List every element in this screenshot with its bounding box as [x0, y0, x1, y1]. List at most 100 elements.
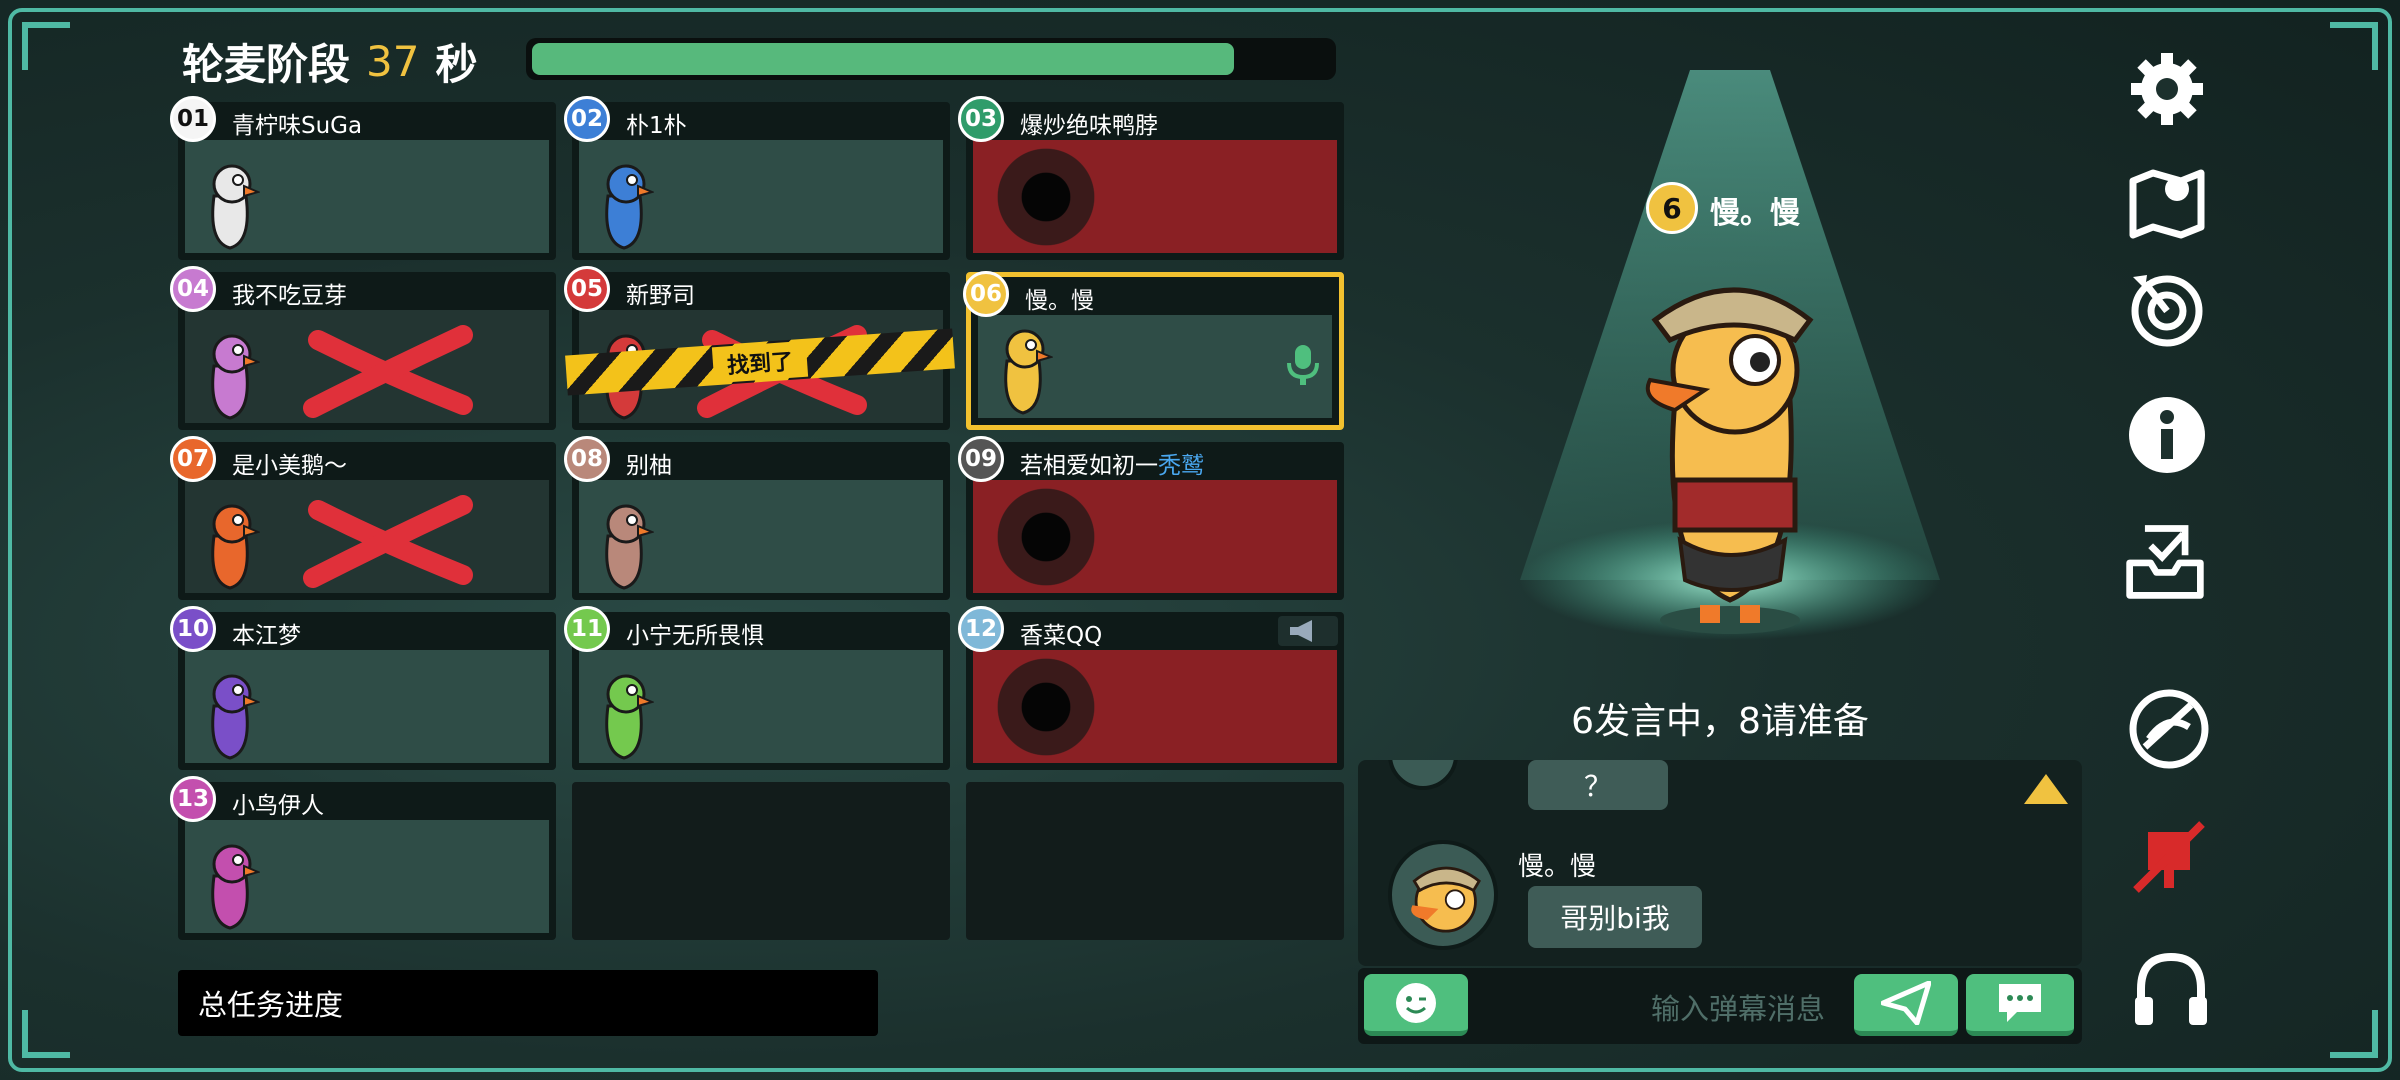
player-card-03[interactable]: 03 爆炒绝味鸭脖 — [958, 96, 1344, 260]
frame-corner — [22, 1010, 70, 1058]
player-name: 朴1朴 — [626, 106, 687, 140]
chat-avatar — [1388, 840, 1498, 950]
chat-bubble-icon — [1999, 983, 2041, 1022]
time-bar-fill — [532, 43, 1235, 75]
time-bar — [526, 38, 1336, 80]
player-name-text: 若相爱如初一 — [1020, 453, 1158, 479]
chat-input-bar: 输入弹幕消息 — [1358, 968, 2082, 1044]
player-name-text: 别柚 — [626, 453, 672, 479]
player-card-12[interactable]: 12 香菜QQ — [958, 606, 1344, 770]
disconnected-hole — [988, 142, 1104, 252]
chat-author: 慢。慢 — [1518, 852, 1597, 882]
player-card-04[interactable]: 04 我不吃豆芽 — [170, 266, 556, 430]
player-name: 小宁无所畏惧 — [626, 616, 764, 650]
player-card-02[interactable]: 02 朴1朴 — [564, 96, 950, 260]
task-progress-label: 总任务进度 — [198, 988, 344, 1022]
player-name: 我不吃豆芽 — [232, 276, 347, 310]
player-card-05[interactable]: 05 新野司找到了 — [564, 266, 955, 430]
player-card-11[interactable]: 11 小宁无所畏惧 — [564, 606, 950, 770]
mic-speaking-icon — [1287, 345, 1319, 385]
player-avatar — [211, 164, 260, 250]
player-avatar — [211, 674, 260, 760]
player-number-badge: 10 — [170, 606, 216, 652]
gear-icon[interactable] — [2124, 46, 2210, 132]
player-name-text: 慢。慢 — [1025, 288, 1094, 314]
countdown-unit: 秒 — [435, 39, 478, 89]
info-icon[interactable] — [2124, 392, 2210, 478]
player-avatar — [211, 334, 260, 420]
player-name: 本江梦 — [232, 616, 301, 650]
player-avatar — [605, 674, 654, 760]
player-name: 若相爱如初一秃鹫 — [1020, 446, 1204, 480]
player-name-text: 本江梦 — [232, 623, 301, 649]
chat-bubble: ？ — [1528, 760, 1668, 810]
mic-muted-icon[interactable] — [2126, 814, 2212, 900]
danmaku-input[interactable]: 输入弹幕消息 — [1578, 986, 1898, 1028]
target-icon[interactable] — [2124, 266, 2210, 352]
send-button[interactable] — [1854, 974, 1958, 1036]
player-name-text: 是小美鹅～ — [232, 453, 347, 479]
player-number-badge: 06 — [963, 271, 1009, 317]
disconnected-hole — [988, 482, 1104, 592]
player-number-badge: 13 — [170, 776, 216, 822]
speaker-name: 慢。慢 — [1710, 196, 1800, 231]
player-name: 慢。慢 — [1025, 281, 1094, 315]
player-number-badge: 03 — [958, 96, 1004, 142]
chat-panel[interactable]: ？ 慢。慢 哥别bi我 — [1358, 760, 2082, 966]
player-name-text: 小鸟伊人 — [232, 793, 324, 819]
player-name: 别柚 — [626, 446, 672, 480]
player-card-07[interactable]: 07 是小美鹅～ — [170, 436, 556, 600]
player-name: 新野司 — [626, 276, 695, 310]
player-avatar — [1004, 329, 1053, 415]
player-name-text: 香菜QQ — [1020, 623, 1103, 649]
task-progress-bar: 总任务进度 — [178, 970, 878, 1036]
player-avatar — [605, 164, 654, 250]
countdown-seconds: 37 — [366, 36, 420, 86]
emoji-button[interactable] — [1364, 974, 1468, 1036]
player-card-01[interactable]: 01 青柠味SuGa — [170, 96, 556, 260]
player-number-badge: 11 — [564, 606, 610, 652]
player-number-badge: 04 — [170, 266, 216, 312]
player-card-10[interactable]: 10 本江梦 — [170, 606, 556, 770]
frame-corner — [22, 22, 70, 70]
frame-corner — [2330, 22, 2378, 70]
send-icon — [1881, 980, 1931, 1025]
player-number-badge: 08 — [564, 436, 610, 482]
emoji-icon — [1396, 982, 1436, 1023]
player-number-badge: 01 — [170, 96, 216, 142]
player-name: 爆炒绝味鸭脖 — [1020, 106, 1158, 140]
player-number-badge: 09 — [958, 436, 1004, 482]
found-tape-label: 找到了 — [711, 340, 809, 384]
player-avatar — [211, 844, 260, 930]
game-screen: 轮麦阶段 37 秒 01 青柠味SuGa 02 朴1朴 03 爆炒绝味鸭脖 04 我不吃豆芽 0… — [0, 0, 2400, 1080]
eliminated-x-icon — [303, 325, 473, 418]
task-inbox-icon[interactable] — [2122, 518, 2208, 604]
player-name-text: 青柠味SuGa — [232, 113, 363, 139]
player-name-text: 小宁无所畏惧 — [626, 623, 764, 649]
speaker-number-badge: 6 — [1646, 182, 1698, 234]
player-number-badge: 05 — [564, 266, 610, 312]
megaphone-icon — [1278, 616, 1338, 646]
player-card-08[interactable]: 08 别柚 — [564, 436, 950, 600]
no-speed-icon[interactable] — [2126, 686, 2212, 772]
player-card-13[interactable]: 13 小鸟伊人 — [170, 776, 556, 940]
player-card-06[interactable]: 06 慢。慢 — [963, 271, 1344, 430]
player-name: 小鸟伊人 — [232, 786, 324, 820]
player-role-tag: 秃鹫 — [1158, 453, 1204, 479]
player-avatar — [211, 504, 260, 590]
player-number-badge: 02 — [564, 96, 610, 142]
scroll-up-icon[interactable] — [2024, 774, 2068, 804]
empty-slot — [966, 782, 1344, 940]
player-name-text: 新野司 — [626, 283, 695, 309]
quick-chat-button[interactable] — [1966, 974, 2074, 1036]
player-name: 是小美鹅～ — [232, 446, 347, 480]
player-name-text: 爆炒绝味鸭脖 — [1020, 113, 1158, 139]
frame-corner — [2330, 1010, 2378, 1058]
map-icon[interactable] — [2124, 158, 2210, 244]
player-card-09[interactable]: 09 若相爱如初一秃鹫 — [958, 436, 1344, 600]
headphones-icon[interactable] — [2128, 946, 2214, 1032]
eliminated-x-icon — [303, 495, 473, 588]
player-name: 香菜QQ — [1020, 616, 1102, 650]
chat-bubble: 哥别bi我 — [1528, 886, 1702, 948]
player-number-badge: 07 — [170, 436, 216, 482]
